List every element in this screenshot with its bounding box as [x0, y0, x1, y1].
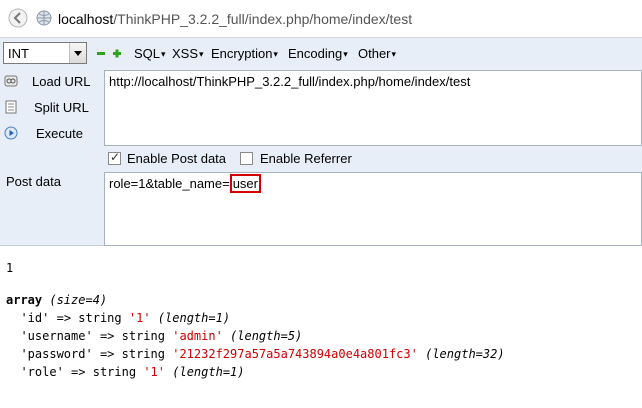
menu-encoding[interactable]: Encoding▾ [288, 46, 348, 61]
row-type: string [78, 311, 122, 325]
menu-xss[interactable]: XSS▾ [172, 46, 204, 61]
menu-encryption[interactable]: Encryption▾ [211, 46, 278, 61]
row-arrow: => [56, 311, 72, 325]
play-icon [4, 126, 18, 140]
split-url-icon [5, 100, 17, 114]
menu-arrow-icon: ▾ [273, 49, 278, 59]
url-path: /ThinkPHP_3.2.2_full/index.php/home/inde… [113, 11, 413, 27]
row-length: (length=1) [172, 365, 245, 379]
row-key: 'password' [20, 347, 93, 361]
globe-icon [36, 10, 52, 26]
plus-icon[interactable] [112, 48, 122, 58]
row-key: 'username' [20, 329, 93, 343]
row-value: 'admin' [172, 329, 223, 343]
row-type: string [121, 329, 165, 343]
row-type: string [121, 347, 165, 361]
enable-referrer-checkbox[interactable] [240, 152, 253, 165]
row-type: string [92, 365, 137, 379]
row-arrow: => [71, 365, 86, 379]
execute-button[interactable]: Execute [0, 122, 104, 146]
row-value: '1' [128, 311, 151, 325]
enable-post-checkbox[interactable] [108, 150, 121, 165]
menu-encoding-label: Encoding [288, 46, 343, 61]
split-url-label: Split URL [34, 100, 89, 115]
row-value: '1' [143, 365, 166, 379]
array-size: (size=4) [49, 293, 108, 307]
menu-encryption-label: Encryption [211, 46, 273, 61]
enable-post-label: Enable Post data [127, 151, 227, 166]
chevron-down-icon[interactable] [69, 43, 86, 63]
load-url-icon [4, 75, 18, 87]
back-arrow-icon[interactable] [8, 8, 28, 28]
array-header: array (size=4) [6, 293, 107, 307]
split-url-button[interactable]: Split URL [0, 96, 104, 120]
menu-xss-label: XSS [172, 46, 199, 61]
load-url-label: Load URL [32, 74, 91, 89]
menu-other[interactable]: Other▾ [358, 46, 396, 61]
row-length: (length=5) [230, 329, 303, 343]
array-row: 'role' => string '1' (length=1) [6, 365, 245, 379]
url-textarea[interactable]: http://localhost/ThinkPHP_3.2.2_full/ind… [104, 70, 642, 146]
hackbar-toolbar: INT SQL▾ XSS▾ Encryption▾ Encoding▾ Othe… [0, 38, 642, 68]
page-output: 1 array (size=4) 'id' => string '1' (len… [0, 247, 642, 408]
row-value: '21232f297a57a5a743894a0e4a801fc3' [172, 347, 418, 361]
menu-sql[interactable]: SQL▾ [134, 46, 166, 61]
array-keyword: array [6, 293, 43, 307]
post-data-label: Post data [6, 174, 61, 189]
address-url[interactable]: localhost/ThinkPHP_3.2.2_full/index.php/… [58, 11, 412, 27]
row-key: 'role' [20, 365, 64, 379]
output-number: 1 [6, 261, 14, 275]
minus-icon[interactable] [96, 48, 106, 58]
row-length: (length=1) [157, 311, 231, 325]
enable-referrer-label: Enable Referrer [260, 151, 352, 166]
array-row: 'id' => string '1' (length=1) [6, 311, 230, 325]
post-data-textarea[interactable]: role=1&table_name= user [104, 172, 642, 246]
array-row: 'password' => string '21232f297a57a5a743… [6, 347, 505, 361]
array-row: 'username' => string 'admin' (length=5) [6, 329, 302, 343]
menu-arrow-icon: ▾ [343, 49, 348, 59]
menu-arrow-icon: ▾ [199, 49, 204, 59]
row-arrow: => [99, 347, 115, 361]
hackbar-panel: INT SQL▾ XSS▾ Encryption▾ Encoding▾ Othe… [0, 38, 642, 246]
execute-label: Execute [36, 126, 83, 141]
post-data-highlight: user [229, 174, 261, 193]
url-textarea-value: http://localhost/ThinkPHP_3.2.2_full/ind… [109, 74, 471, 89]
menu-arrow-icon: ▾ [391, 49, 397, 59]
load-url-button[interactable]: Load URL [0, 70, 104, 94]
encoding-select[interactable]: INT [3, 42, 87, 64]
address-bar: localhost/ThinkPHP_3.2.2_full/index.php/… [0, 0, 642, 38]
row-key: 'id' [20, 311, 50, 325]
menu-arrow-icon: ▾ [161, 49, 166, 59]
encoding-select-value: INT [8, 46, 29, 61]
menu-sql-label: SQL [134, 46, 161, 61]
post-data-prefix: role=1&table_name= [109, 176, 230, 191]
menu-other-label: Other [358, 46, 391, 61]
row-arrow: => [99, 329, 115, 343]
row-length: (length=32) [425, 347, 505, 361]
url-host: localhost [58, 11, 114, 27]
